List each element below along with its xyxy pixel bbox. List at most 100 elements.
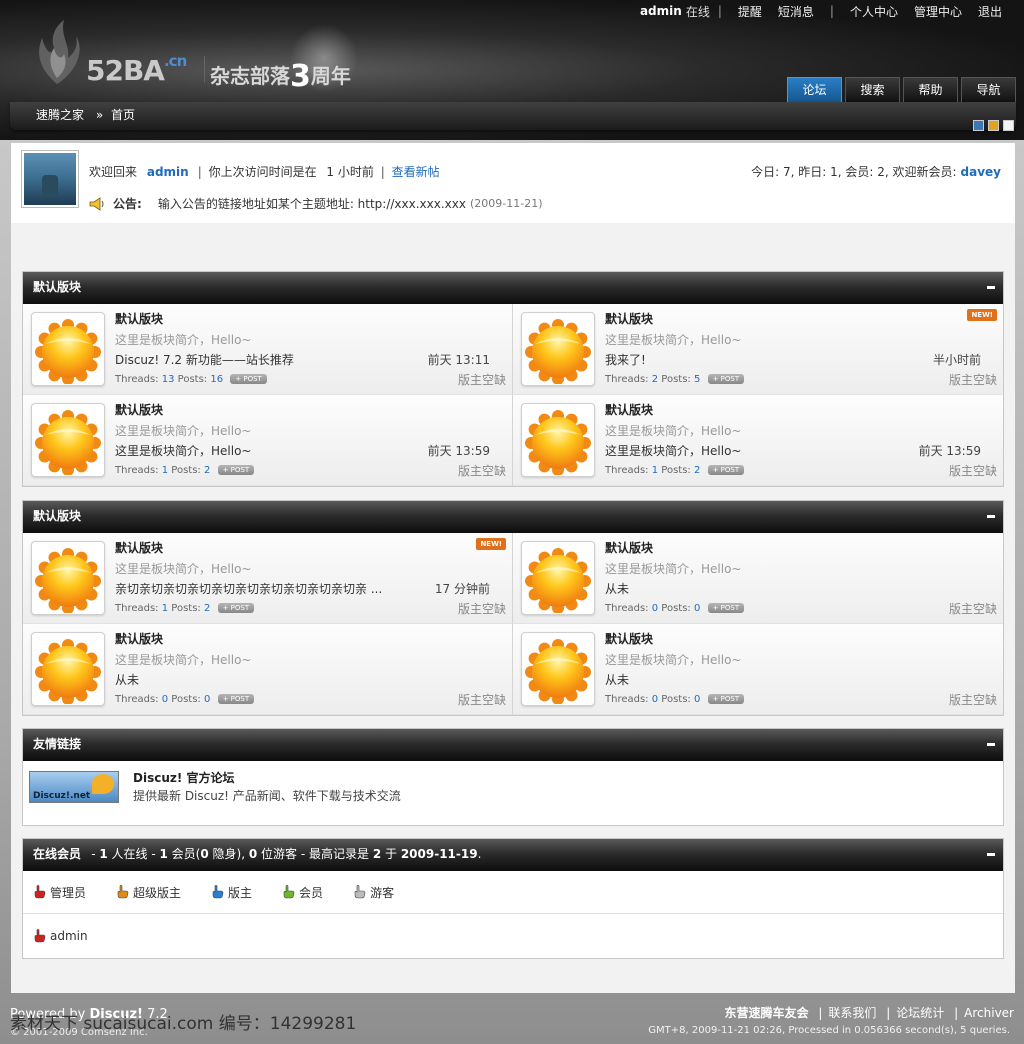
tab-navigation[interactable]: 导航	[961, 77, 1016, 102]
friend-links-section: 友情链接 Discuz!.net Discuz! 官方论坛 提供最新 Discu…	[22, 728, 1004, 826]
footer-stats-link[interactable]: 论坛统计	[896, 1006, 944, 1020]
skin-white-swatch[interactable]	[1003, 120, 1014, 131]
watermark: 素材天下 sucaisucai.com 编号：14299281	[10, 1014, 357, 1034]
post-count: 2	[204, 465, 211, 476]
forum-icon[interactable]	[31, 403, 105, 477]
collapse-icon[interactable]	[987, 515, 995, 518]
collapse-icon[interactable]	[987, 286, 995, 289]
tab-forum[interactable]: 论坛	[787, 77, 842, 102]
forum-name[interactable]: 默认版块	[605, 310, 653, 327]
forum-desc: 这里是板块简介，Hello~	[605, 653, 742, 667]
new-post-button[interactable]: + POST	[230, 374, 267, 384]
forum-cell: 默认版块 这里是板块简介，Hello~ 从未 Threads: 0 Posts:…	[513, 624, 1003, 715]
new-post-button[interactable]: + POST	[217, 694, 255, 704]
skin-blue-swatch[interactable]	[973, 120, 984, 131]
forum-icon[interactable]	[521, 632, 595, 706]
tab-search[interactable]: 搜索	[845, 77, 900, 102]
site-logo[interactable]: 52BA.cn 杂志部落3周年	[24, 18, 404, 103]
avatar[interactable]	[21, 150, 79, 208]
profile-link[interactable]: 个人中心	[850, 3, 898, 20]
notify-link[interactable]: 提醒	[738, 3, 762, 20]
friend-link-name[interactable]: Discuz! 官方论坛	[133, 769, 235, 786]
current-username[interactable]: admin	[640, 4, 682, 18]
friend-link-desc: 提供最新 Discuz! 产品新闻、软件下载与技术交流	[133, 789, 401, 803]
forum-last-post[interactable]: 从未	[605, 671, 905, 688]
post-count: 16	[210, 374, 224, 385]
online-title[interactable]: 在线会员	[33, 847, 81, 861]
new-post-button[interactable]: + POST	[707, 374, 745, 384]
online-summary-part: 1	[159, 847, 168, 861]
breadcrumb-home[interactable]: 速腾之家	[36, 108, 84, 122]
announcement-label: 公告:	[113, 197, 142, 211]
announcement-link[interactable]: 输入公告的链接地址如某个主题地址: http://xxx.xxx.xxx	[158, 195, 466, 212]
footer-site-link[interactable]: 东营速腾车友会	[724, 1006, 808, 1020]
forum-last-post[interactable]: 从未	[115, 671, 415, 688]
forum-icon[interactable]	[521, 403, 595, 477]
admin-center-link[interactable]: 管理中心	[914, 3, 962, 20]
forum-cell: 默认版块 这里是板块简介，Hello~ 从未 Threads: 0 Posts:…	[513, 533, 1003, 624]
category-title[interactable]: 默认版块	[33, 509, 81, 523]
member-hand-icon	[34, 929, 46, 943]
new-member-link[interactable]: davey	[961, 165, 1001, 179]
category-title[interactable]: 默认版块	[33, 280, 81, 294]
tab-help[interactable]: 帮助	[903, 77, 958, 102]
logout-link[interactable]: 退出	[978, 3, 1002, 20]
member-hand-icon	[354, 885, 366, 899]
forum-last-post[interactable]: 这里是板块简介，Hello~	[115, 442, 415, 459]
forum-last-post[interactable]: Discuz! 7.2 新功能——站长推荐	[115, 351, 415, 368]
new-post-button[interactable]: + POST	[217, 603, 255, 613]
forum-desc: 这里是板块简介，Hello~	[115, 333, 252, 347]
view-new-posts-link[interactable]: 查看新帖	[392, 165, 440, 179]
new-post-button[interactable]: + POST	[217, 465, 255, 475]
forum-name[interactable]: 默认版块	[115, 539, 163, 556]
megaphone-icon	[89, 196, 104, 211]
flame-logo-icon	[39, 20, 80, 84]
forum-stats: Threads: 1 Posts: 2 + POST	[115, 603, 255, 614]
new-badge: NEW!	[967, 309, 997, 321]
member-hand-icon	[34, 885, 46, 899]
collapse-icon[interactable]	[987, 743, 995, 746]
forum-icon[interactable]	[31, 541, 105, 615]
forum-category: 默认版块 默认版块 这里是板块简介，Hello~ Discuz! 7.2 新功能…	[22, 271, 1004, 487]
forum-name[interactable]: 默认版块	[115, 630, 163, 647]
main-content: 欢迎回来 admin | 你上次访问时间是在 1 小时前 | 查看新帖 今日: 7…	[11, 143, 1015, 993]
new-post-button[interactable]: + POST	[707, 465, 745, 475]
new-post-button[interactable]: + POST	[707, 694, 745, 704]
member-hand-icon	[283, 885, 295, 899]
footer-archiver-link[interactable]: Archiver	[964, 1006, 1014, 1020]
forum-last-post[interactable]: 我来了!	[605, 351, 905, 368]
legend-item: 管理员	[33, 884, 86, 901]
forum-sun-icon	[525, 548, 591, 614]
online-user[interactable]: admin	[33, 929, 88, 943]
forum-last-post[interactable]: 这里是板块简介，Hello~	[605, 442, 905, 459]
legend-item: 版主	[211, 884, 252, 901]
forum-name[interactable]: 默认版块	[605, 401, 653, 418]
forum-icon[interactable]	[31, 632, 105, 706]
collapse-icon[interactable]	[987, 853, 995, 856]
forum-cell: 默认版块 这里是板块简介，Hello~ 这里是板块简介，Hello~ 前天 13…	[513, 395, 1003, 486]
forum-desc: 这里是板块简介，Hello~	[115, 653, 252, 667]
thread-count: 0	[161, 694, 169, 705]
forum-icon[interactable]	[521, 541, 595, 615]
member-hand-icon	[117, 885, 129, 899]
forum-moderator: 版主空缺	[948, 373, 997, 387]
forum-last-post[interactable]: 亲切亲切亲切亲切亲切亲切亲切亲切亲切亲切亲 ...	[115, 580, 415, 597]
new-post-button[interactable]: + POST	[707, 603, 745, 613]
skin-orange-swatch[interactable]	[988, 120, 999, 131]
forum-name[interactable]: 默认版块	[605, 539, 653, 556]
post-count: 2	[204, 603, 211, 614]
forum-icon[interactable]	[31, 312, 105, 386]
discuz-swirl-icon	[92, 774, 114, 794]
forum-stats: Threads: 2 Posts: 5 + POST	[605, 374, 745, 385]
discuz-logo[interactable]: Discuz!.net	[29, 771, 119, 803]
forum-icon[interactable]	[521, 312, 595, 386]
forum-name[interactable]: 默认版块	[605, 630, 653, 647]
footer-contact-link[interactable]: 联系我们	[828, 1006, 876, 1020]
forum-stats: 今日: 7, 昨日: 1, 会员: 2, 欢迎新会员: davey	[751, 165, 1001, 179]
forum-name[interactable]: 默认版块	[115, 310, 163, 327]
welcome-username[interactable]: admin	[147, 165, 189, 179]
messages-link[interactable]: 短消息	[778, 3, 814, 20]
forum-name[interactable]: 默认版块	[115, 401, 163, 418]
forum-last-post[interactable]: 从未	[605, 580, 905, 597]
post-count: 5	[694, 374, 701, 385]
